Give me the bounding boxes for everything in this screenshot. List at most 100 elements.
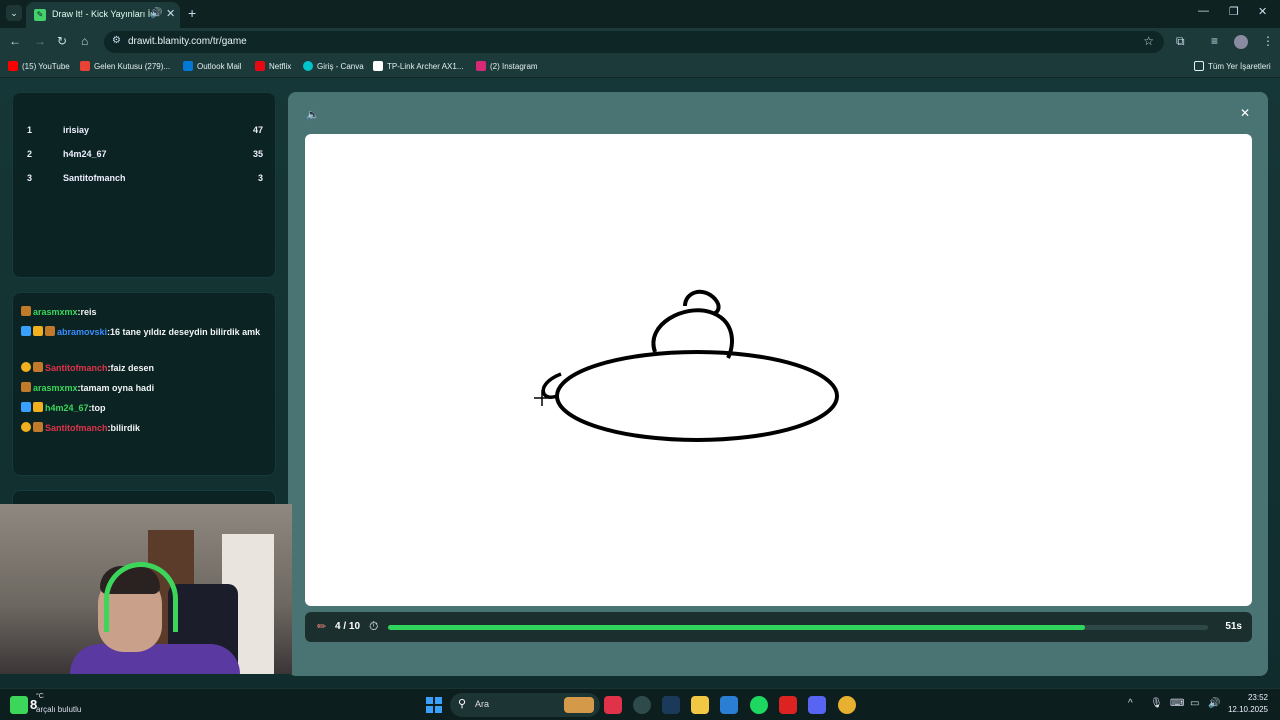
red-app-icon[interactable] (779, 696, 797, 714)
restore-icon[interactable]: ❐ (1229, 5, 1239, 18)
microphone-icon[interactable]: 🎙 (1150, 698, 1163, 709)
taskbar-search[interactable]: ⚲ Ara (450, 693, 600, 717)
browser-toolbar: ← → ↻ ⌂ ⚙ drawit.blamity.com/tr/game ☆ ⧉… (0, 28, 1280, 56)
back-icon[interactable]: ← (9, 34, 21, 48)
site-info-icon[interactable]: ⚙ (112, 35, 121, 46)
clock-date[interactable]: 12.10.2025 (1228, 705, 1268, 714)
bookmark-outlook[interactable]: Outlook Mail (183, 61, 241, 71)
tplink-icon (373, 61, 383, 71)
home-icon[interactable]: ⌂ (81, 34, 88, 48)
tab-search-icon[interactable]: ⌄ (6, 5, 22, 21)
time-left: 51s (1225, 621, 1242, 632)
instagram-icon (476, 61, 486, 71)
timer-icon: ⏱ (369, 619, 379, 633)
window-close-icon[interactable]: ✕ (1258, 5, 1267, 18)
drawing-cursor-cross (534, 390, 550, 406)
extensions-icon[interactable]: ⧉ (1176, 34, 1185, 49)
drawit-favicon-icon: ✎ (34, 9, 46, 21)
search-placeholder: Ara (475, 699, 490, 709)
bookmark-star-icon[interactable]: ☆ (1143, 34, 1154, 48)
windows-taskbar: 8 °C arçalı bulutlu ⚲ Ara ^ 🎙 ⌨ ▭ 🔊 23:5… (0, 688, 1280, 720)
all-bookmarks[interactable]: Tüm Yer İşaretleri (1194, 61, 1271, 71)
profile-avatar[interactable] (1234, 35, 1248, 49)
steam-app-icon[interactable] (662, 696, 680, 714)
address-bar[interactable]: ⚙ drawit.blamity.com/tr/game ☆ (104, 31, 1164, 53)
game-window: 🔈 ✕ ✏ 4 / 10 ⏱ 51s (288, 92, 1268, 676)
tab-close-icon[interactable]: ✕ (166, 7, 175, 20)
crown-badge-icon (33, 402, 43, 412)
clock-time[interactable]: 23:52 (1248, 693, 1268, 702)
weather-icon[interactable] (10, 696, 28, 714)
active-tab[interactable]: ✎ Draw It! - Kick Yayınları İçin 🔊 ✕ (26, 2, 180, 28)
gift-badge-icon (21, 362, 31, 372)
network-icon[interactable]: ▭ (1190, 698, 1199, 709)
gift-badge-icon (21, 422, 31, 432)
close-game-icon[interactable]: ✕ (1240, 106, 1250, 120)
leaderboard-panel: 1 irisiay 47 2 h4m24_67 35 3 Santitofman… (12, 92, 276, 278)
tab-bar: ⌄ ✎ Draw It! - Kick Yayınları İçin 🔊 ✕ +… (0, 0, 1280, 28)
discord-app-icon[interactable] (808, 696, 826, 714)
sound-icon[interactable]: 🔈 (306, 108, 320, 121)
bookmark-canva[interactable]: Giriş - Canva (303, 61, 364, 71)
search-icon: ⚲ (458, 698, 467, 710)
vscode-app-icon[interactable] (720, 696, 738, 714)
search-highlight-image (564, 697, 594, 713)
chat-panel: arasmxmx:reis abramovski:16 tane yıldız … (12, 292, 276, 476)
chat-message: h4m24_67:top (21, 402, 269, 415)
bookmark-tplink[interactable]: TP-Link Archer AX1... (373, 61, 463, 71)
tiktok-app-icon[interactable] (604, 696, 622, 714)
windows-start-icon[interactable] (426, 697, 442, 713)
media-control-icon[interactable]: ≡ (1211, 34, 1218, 48)
bookmarks-bar: (15) YouTube Gelen Kutusu (279)... Outlo… (0, 56, 1280, 78)
sub-badge-icon (33, 362, 43, 372)
keyboard-icon[interactable]: ⌨ (1170, 698, 1184, 709)
outlook-icon (183, 61, 193, 71)
chat-message: Santitofmanch:bilirdik (21, 422, 269, 435)
url-text[interactable]: drawit.blamity.com/tr/game (128, 36, 247, 47)
leaderboard-row: 2 h4m24_67 35 (27, 149, 263, 159)
volume-icon[interactable]: 🔊 (1208, 698, 1220, 709)
file-explorer-icon[interactable] (691, 696, 709, 714)
pencil-icon: ✏ (317, 621, 327, 633)
reload-icon[interactable]: ↻ (57, 34, 67, 48)
sub-badge-icon (45, 326, 55, 336)
weather-desc: arçalı bulutlu (36, 705, 82, 714)
forward-icon[interactable]: → (34, 34, 46, 48)
drawing-strokes (534, 289, 839, 442)
leaderboard-row: 1 irisiay 47 (27, 125, 263, 135)
bookmark-youtube[interactable]: (15) YouTube (8, 61, 70, 71)
gmail-icon (80, 61, 90, 71)
tab-title: Draw It! - Kick Yayınları İçin (52, 9, 152, 19)
time-progress-fill (388, 625, 1085, 630)
canva-icon (303, 61, 313, 71)
folder-icon (1194, 61, 1204, 71)
headset-icon (104, 562, 178, 632)
tray-chevron-icon[interactable]: ^ (1128, 698, 1133, 709)
youtube-icon (8, 61, 18, 71)
bookmark-gmail[interactable]: Gelen Kutusu (279)... (80, 61, 170, 71)
spotify-app-icon[interactable] (750, 696, 768, 714)
chat-message: Santitofmanch:faiz desen (21, 362, 269, 375)
time-progress-bar (388, 625, 1208, 630)
bookmark-netflix[interactable]: Netflix (255, 61, 291, 71)
minimize-icon[interactable]: — (1198, 5, 1209, 17)
sub-badge-icon (21, 382, 31, 392)
browser-menu-icon[interactable]: ⋮ (1262, 34, 1274, 48)
drawing-canvas[interactable] (305, 134, 1252, 606)
crown-badge-icon (33, 326, 43, 336)
obs-app-icon[interactable] (633, 696, 651, 714)
drawing-body-ellipse (555, 350, 839, 442)
round-counter: 4 / 10 (335, 621, 361, 632)
chat-message: abramovski:16 tane yıldız deseydin bilir… (21, 326, 269, 339)
chat-message: arasmxmx:tamam oyna hadi (21, 382, 269, 395)
tab-audio-icon[interactable]: 🔊 (150, 8, 162, 19)
new-tab-icon[interactable]: + (188, 5, 196, 21)
chat-message: arasmxmx:reis (21, 306, 269, 319)
webcam-person-body (70, 644, 240, 674)
weather-temp: °C (36, 693, 44, 700)
leaderboard-row: 3 Santitofmanch 3 (27, 173, 263, 183)
verified-badge-icon (21, 402, 31, 412)
bookmark-instagram[interactable]: (2) Instagram (476, 61, 538, 71)
sub-badge-icon (21, 306, 31, 316)
chrome-app-icon[interactable] (838, 696, 856, 714)
